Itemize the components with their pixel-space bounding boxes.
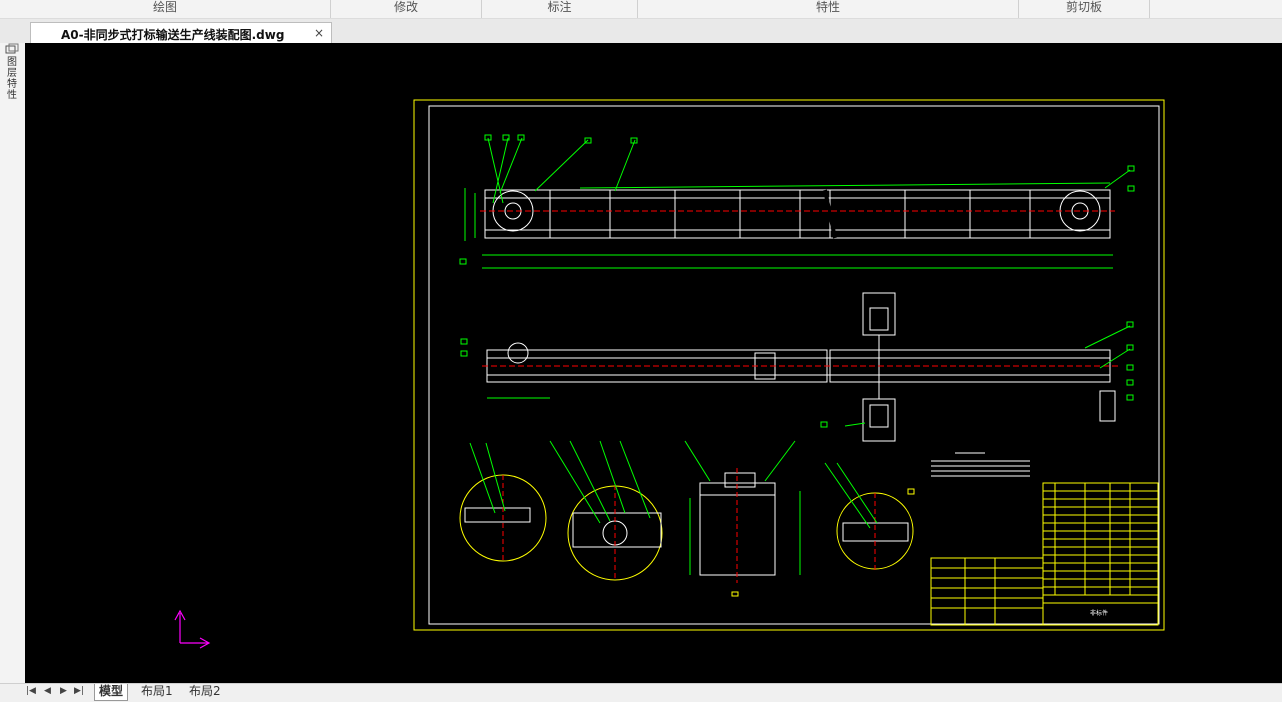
first-layout-icon[interactable]: |◀ bbox=[26, 686, 36, 696]
detail-view-2 bbox=[549, 440, 663, 581]
parts-list-table bbox=[930, 482, 1159, 626]
drawing-canvas[interactable]: 非标件 bbox=[25, 43, 1282, 683]
layer-properties-palette[interactable]: 图层特性 bbox=[0, 43, 25, 683]
prev-layout-icon[interactable]: ◀ bbox=[44, 686, 51, 696]
ribbon-group-clipboard[interactable]: 剪切板 bbox=[1019, 0, 1150, 18]
conveyor-plan-view bbox=[486, 292, 1116, 442]
document-tab-title[interactable]: A0-非同步式打标输送生产线装配图.dwg bbox=[61, 26, 284, 43]
drawing-svg[interactable]: 非标件 bbox=[25, 43, 1282, 683]
document-tab[interactable]: A0-非同步式打标输送生产线装配图.dwg × bbox=[30, 22, 332, 44]
ribbon-group-annotation[interactable]: 标注 bbox=[482, 0, 638, 18]
layout-tab-bar: |◀ ◀ ▶ ▶| 模型 布局1 布局2 bbox=[0, 683, 1282, 702]
side-view-dimensions bbox=[459, 134, 1135, 269]
sheet-outer-frame bbox=[413, 99, 1165, 631]
ribbon-group-modify[interactable]: 修改 bbox=[331, 0, 482, 18]
palette-label: 图层特性 bbox=[7, 57, 17, 101]
ribbon-group-properties[interactable]: 特性 bbox=[638, 0, 1019, 18]
tab-layout2[interactable]: 布局2 bbox=[185, 684, 225, 700]
technical-notes bbox=[931, 452, 1030, 477]
title-block-label: 非标件 bbox=[1090, 609, 1108, 617]
end-section-view bbox=[684, 440, 801, 597]
tab-layout1[interactable]: 布局1 bbox=[137, 684, 177, 700]
ribbon-panel: 绘图 修改 标注 特性 剪切板 bbox=[0, 0, 1282, 19]
ribbon-group-draw[interactable]: 绘图 bbox=[0, 0, 331, 18]
tab-model[interactable]: 模型 bbox=[94, 684, 129, 701]
layers-icon[interactable] bbox=[5, 43, 19, 57]
detail-view-3 bbox=[824, 462, 915, 571]
last-layout-icon[interactable]: ▶| bbox=[74, 686, 84, 696]
ucs-icon bbox=[174, 609, 211, 649]
next-layout-icon[interactable]: ▶ bbox=[60, 686, 67, 696]
detail-view-1 bbox=[459, 442, 547, 562]
conveyor-side-view bbox=[484, 189, 1111, 239]
close-icon[interactable]: × bbox=[314, 26, 324, 40]
